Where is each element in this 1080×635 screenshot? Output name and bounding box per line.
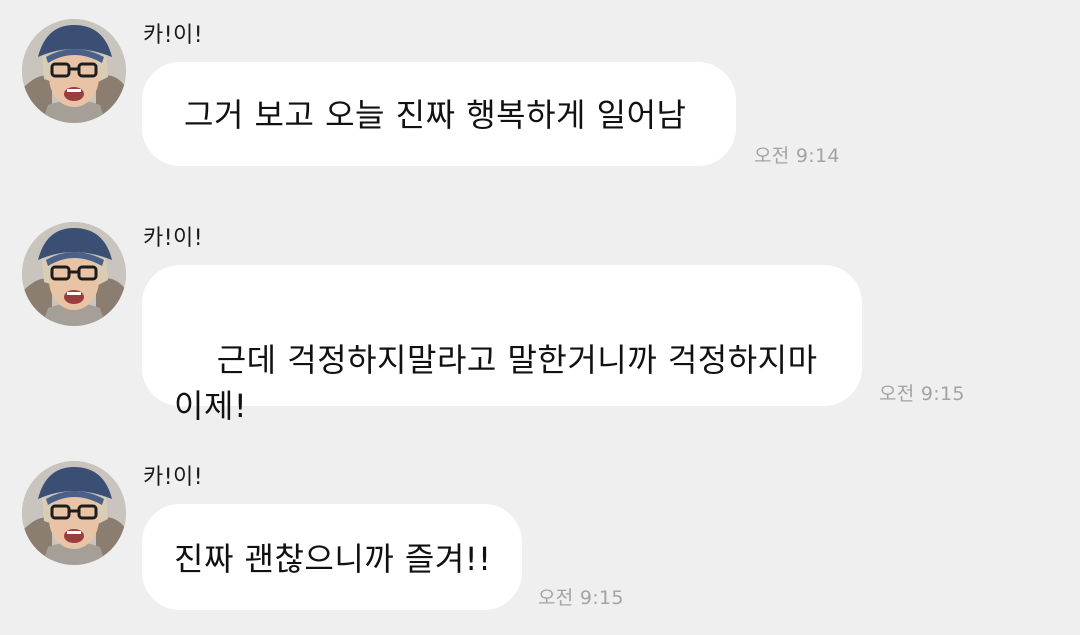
message-text: 그거 보고 오늘 진짜 행복하게 일어남 (184, 96, 687, 134)
sender-name: 카!이! (143, 465, 204, 490)
message-timestamp: 오전 9:15 (879, 383, 965, 405)
profile-photo-icon (22, 461, 126, 565)
message-bubble[interactable]: 그거 보고 오늘 진짜 행복하게 일어남 (142, 62, 736, 166)
avatar[interactable] (22, 222, 126, 326)
message-timestamp: 오전 9:15 (538, 587, 624, 609)
profile-photo-icon (22, 222, 126, 326)
message-bubble[interactable]: 근데 걱정하지말라고 말한거니까 걱정하지마 이제! (142, 265, 862, 425)
message-bubble[interactable]: 진짜 괜찮으니까 즐겨!! (142, 504, 522, 610)
message-timestamp: 오전 9:14 (754, 145, 840, 167)
avatar[interactable] (22, 19, 126, 123)
avatar[interactable] (22, 461, 126, 565)
sender-name: 카!이! (143, 23, 204, 48)
profile-photo-icon (22, 19, 126, 123)
sender-name: 카!이! (143, 226, 204, 251)
message-text: 진짜 괜찮으니까 즐겨!! (174, 540, 492, 578)
message-text: 근데 걱정하지말라고 말한거니까 걱정하지마 이제! (174, 341, 818, 425)
